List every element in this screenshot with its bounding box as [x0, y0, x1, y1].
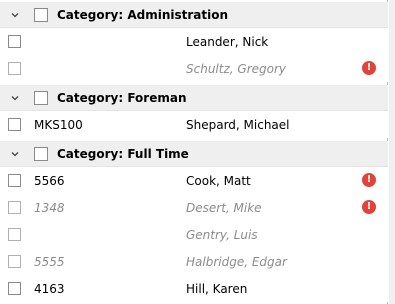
employee-code: 5566: [34, 174, 65, 188]
employee-checkbox[interactable]: [8, 174, 21, 187]
employee-checkbox[interactable]: [8, 255, 21, 268]
category-checkbox[interactable]: [34, 91, 48, 105]
employee-checkbox[interactable]: [8, 118, 21, 131]
employee-checkbox[interactable]: [8, 35, 21, 48]
alert-icon[interactable]: !: [362, 200, 376, 214]
category-checkbox[interactable]: [34, 147, 48, 161]
employee-name: Schultz, Gregory: [186, 62, 287, 76]
employee-name: Hill, Karen: [186, 282, 248, 296]
category-label: Category: Foreman: [57, 91, 187, 105]
employee-name: Leander, Nick: [186, 35, 269, 49]
chevron-down-icon[interactable]: [9, 92, 21, 104]
scrollbar[interactable]: [389, 0, 395, 304]
employee-row[interactable]: 1348 Desert, Mike !: [0, 194, 388, 221]
category-label: Category: Full Time: [57, 147, 189, 161]
category-row-foreman[interactable]: Category: Foreman: [0, 85, 388, 111]
employee-name: Cook, Matt: [186, 174, 251, 188]
category-row-administration[interactable]: Category: Administration: [0, 2, 388, 28]
employee-row[interactable]: Leander, Nick: [0, 28, 388, 55]
chevron-down-icon[interactable]: [9, 148, 21, 160]
category-row-full-time[interactable]: Category: Full Time: [0, 141, 388, 167]
employee-checkbox[interactable]: [8, 282, 21, 295]
employee-code: MKS100: [34, 118, 83, 132]
chevron-down-icon[interactable]: [9, 9, 21, 21]
employee-row[interactable]: 4163 Hill, Karen: [0, 275, 388, 302]
employee-row[interactable]: 5555 Halbridge, Edgar: [0, 248, 388, 275]
employee-row[interactable]: 5566 Cook, Matt !: [0, 167, 388, 194]
employee-row[interactable]: MKS100 Shepard, Michael: [0, 111, 388, 138]
employee-row[interactable]: Gentry, Luis: [0, 221, 388, 248]
employee-checkbox[interactable]: [8, 228, 21, 241]
alert-icon[interactable]: !: [362, 173, 376, 187]
employee-code: 5555: [34, 255, 65, 269]
employee-code: 4163: [34, 282, 65, 296]
employee-code: 1348: [34, 201, 65, 215]
employee-checkbox[interactable]: [8, 201, 21, 214]
employee-tree-panel: Category: Administration Leander, Nick S…: [0, 0, 388, 304]
category-label: Category: Administration: [57, 8, 229, 22]
alert-icon[interactable]: !: [362, 61, 376, 75]
employee-name: Desert, Mike: [186, 201, 262, 215]
employee-name: Halbridge, Edgar: [186, 255, 287, 269]
category-checkbox[interactable]: [34, 8, 48, 22]
employee-checkbox[interactable]: [8, 62, 21, 75]
employee-name: Shepard, Michael: [186, 118, 290, 132]
employee-name: Gentry, Luis: [186, 228, 258, 242]
employee-row[interactable]: Schultz, Gregory !: [0, 55, 388, 82]
